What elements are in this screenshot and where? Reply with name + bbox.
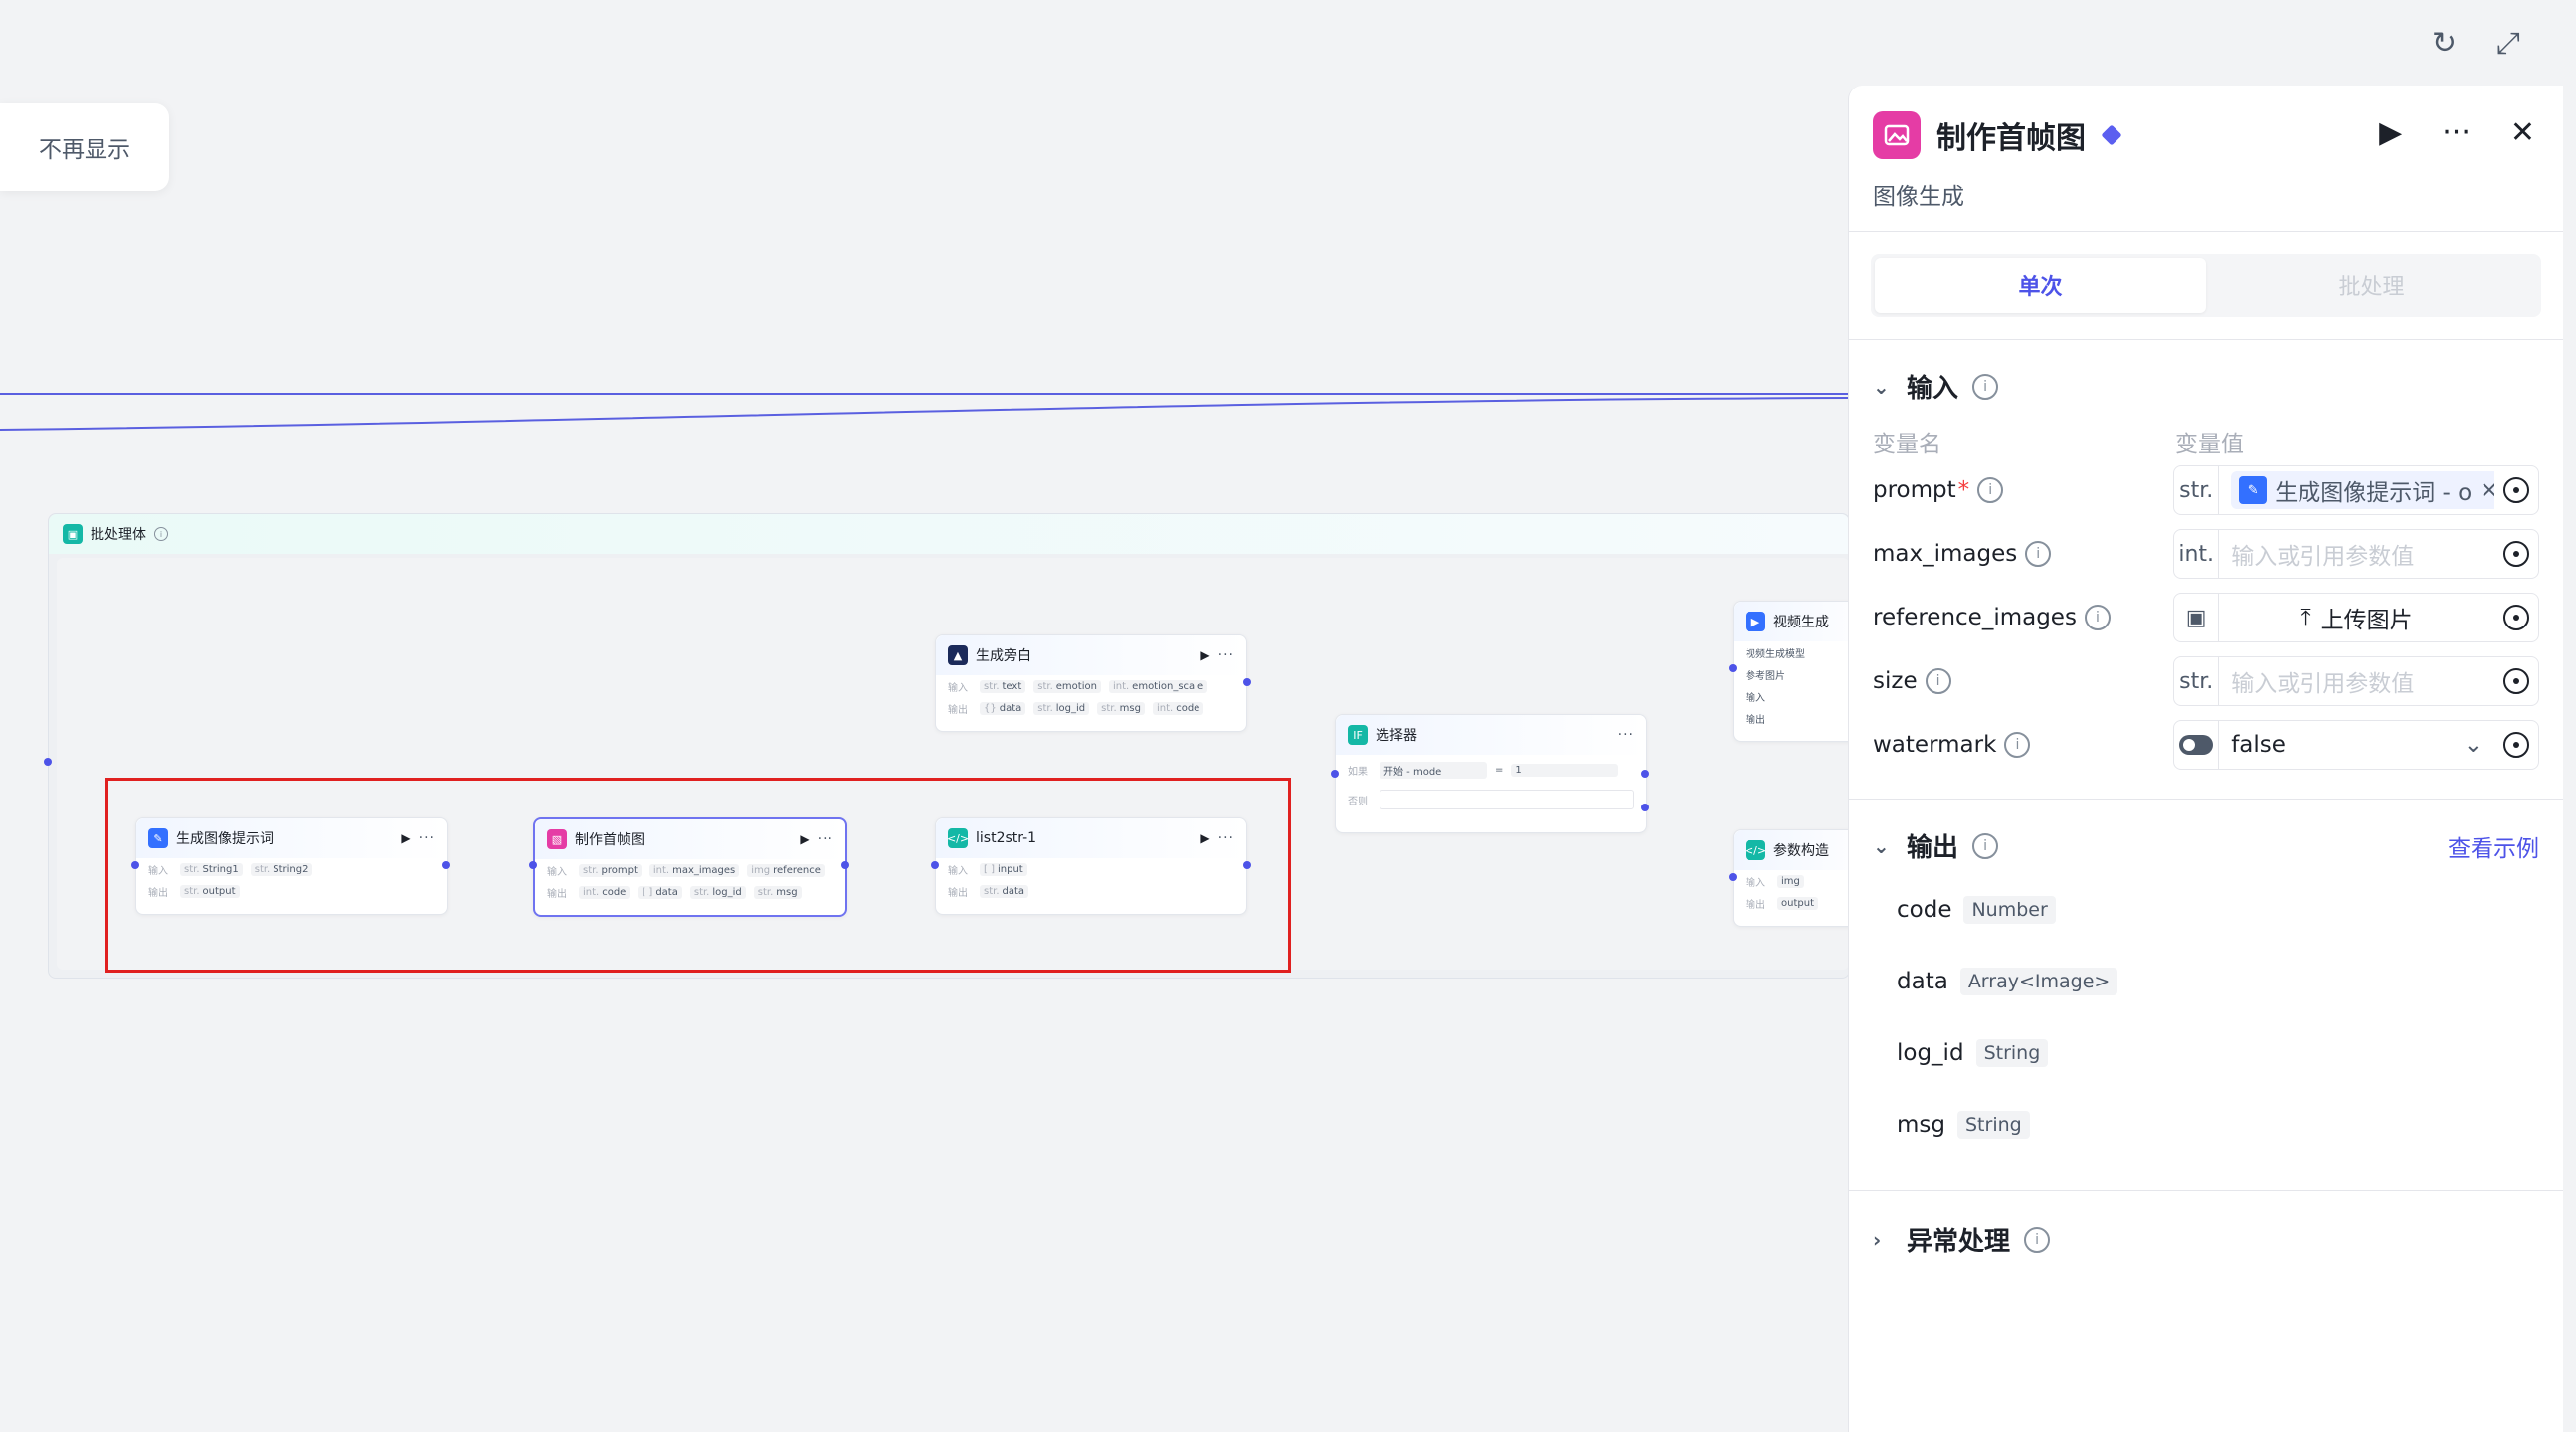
if-icon: IF: [1348, 725, 1368, 745]
variable-ref-icon[interactable]: [2494, 541, 2538, 567]
chevron-right-icon: ›: [1873, 1227, 1882, 1252]
run-icon[interactable]: ▶: [2379, 115, 2402, 150]
expand-icon[interactable]: ⤢: [2496, 26, 2520, 61]
node-selector-if-row: 如果 开始 - mode = 1: [1336, 755, 1646, 785]
audio-icon: ▲: [948, 645, 968, 665]
image-icon: ▣: [2174, 594, 2220, 641]
info-icon[interactable]: i: [2004, 732, 2031, 758]
close-icon[interactable]: ✕: [2510, 115, 2535, 150]
run-icon[interactable]: ▶: [1200, 648, 1209, 662]
mode-tabs: 单次 批处理: [1849, 232, 2563, 340]
input-row-max-images: max_images i int. 输入或引用参数值: [1849, 522, 2563, 586]
info-icon[interactable]: i: [2025, 541, 2052, 567]
variable-ref-icon[interactable]: [2494, 732, 2538, 758]
batch-icon: ▣: [63, 524, 83, 544]
info-icon[interactable]: i: [2024, 1226, 2051, 1253]
more-icon[interactable]: ···: [1218, 647, 1234, 663]
input-section: ⌄ 输入 i 变量名 变量值 prompt * i str. ✎ 生成图像提示词 - …: [1849, 340, 2563, 777]
info-icon[interactable]: i: [154, 527, 168, 541]
node-config-panel: 制作首帧图 ▶ ··· ✕ 图像生成 单次 批处理 ⌄ 输入 i 变量名 变量值…: [1848, 86, 2563, 1432]
highlight-box: [105, 778, 1291, 973]
more-icon[interactable]: ···: [2442, 115, 2471, 150]
error-section: › 异常处理 i: [1849, 1191, 2563, 1258]
node-narration-inputs: 输入 str. text str. emotion int. emotion_scal…: [936, 675, 1246, 697]
node-narration-outputs: 输出 {} data str. log_id str. msg int. code: [936, 697, 1246, 719]
variable-ref-icon[interactable]: [2494, 605, 2538, 630]
view-example-link[interactable]: 查看示例: [2448, 829, 2539, 863]
dismiss-notice-label: 不再显示: [39, 137, 130, 163]
variable-ref-icon[interactable]: [2494, 668, 2538, 694]
panel-subtitle: 图像生成: [1873, 184, 1964, 210]
refresh-icon[interactable]: ↻: [2432, 26, 2457, 61]
chevron-down-icon: ⌄: [1873, 374, 1890, 399]
input-row-watermark: watermark i false ⌄: [1849, 713, 2563, 777]
node-narration-title: 生成旁白: [976, 648, 1031, 664]
info-icon[interactable]: i: [1977, 477, 2004, 503]
prompt-field[interactable]: str. ✎生成图像提示词 - o×: [2173, 465, 2539, 515]
upload-icon: ⤒: [2300, 605, 2311, 630]
size-field[interactable]: str. 输入或引用参数值: [2173, 656, 2539, 706]
port[interactable]: [44, 758, 52, 766]
text-gen-icon: ✎: [2239, 476, 2268, 504]
node-selector-title: 选择器: [1376, 728, 1417, 744]
output-row: data Array<Image>: [1849, 946, 2563, 1017]
input-columns: 变量名 变量值: [1873, 432, 2244, 457]
output-section: ⌄ 输出 i 查看示例 code Number data Array<Image> …: [1849, 800, 2563, 1161]
output-section-header[interactable]: ⌄ 输出 i 查看示例: [1849, 827, 2563, 864]
tab-batch[interactable]: 批处理: [2206, 258, 2537, 313]
max-images-field[interactable]: int. 输入或引用参数值: [2173, 529, 2539, 579]
workflow-canvas[interactable]: 不再显示 ▣ 批处理体 i ▲ 生成旁白 ▶ ··· 输入 str. text s…: [0, 0, 1884, 1432]
output-row: code Number: [1849, 874, 2563, 946]
port[interactable]: [1641, 770, 1649, 778]
close-icon[interactable]: ×: [2480, 477, 2494, 503]
node-narration-header: ▲ 生成旁白 ▶ ···: [936, 635, 1246, 675]
panel-title: 制作首帧图: [1936, 121, 2086, 156]
info-icon[interactable]: i: [1972, 832, 1999, 859]
input-section-header[interactable]: ⌄ 输入 i: [1849, 368, 2563, 405]
port[interactable]: [1729, 664, 1737, 672]
port[interactable]: [1729, 873, 1737, 881]
info-icon[interactable]: i: [1925, 668, 1951, 694]
chevron-down-icon: ⌄: [2463, 732, 2483, 758]
output-row: msg String: [1849, 1089, 2563, 1161]
image-gen-icon: [1873, 111, 1921, 159]
dismiss-notice-button[interactable]: 不再显示: [0, 103, 169, 191]
watermark-select[interactable]: false ⌄: [2173, 720, 2539, 770]
input-row-reference-images: reference_images i ▣ ⤒ 上传图片: [1849, 586, 2563, 649]
input-row-size: size i str. 输入或引用参数值: [1849, 649, 2563, 713]
port[interactable]: [1243, 678, 1251, 686]
canvas-toolbar: ↻ ⤢: [2432, 26, 2520, 61]
info-icon[interactable]: i: [1972, 373, 1999, 400]
panel-header: 制作首帧图 ▶ ··· ✕ 图像生成: [1849, 86, 2563, 232]
toggle-icon: [2174, 721, 2220, 769]
port[interactable]: [1641, 804, 1649, 811]
upload-image-button[interactable]: ⤒ 上传图片: [2219, 601, 2494, 634]
node-narration[interactable]: ▲ 生成旁白 ▶ ··· 输入 str. text str. emotion int…: [935, 634, 1247, 732]
code-icon: </>: [1745, 840, 1766, 860]
batch-title: 批处理体: [91, 527, 146, 543]
node-selector-header: IF 选择器 ···: [1336, 715, 1646, 755]
premium-icon: [2101, 124, 2122, 146]
tab-single[interactable]: 单次: [1875, 258, 2206, 313]
panel-actions: ▶ ··· ✕: [2379, 115, 2535, 150]
info-icon[interactable]: i: [2084, 605, 2111, 630]
node-selector-else-row: 否则: [1336, 785, 1646, 814]
reference-images-field: ▣ ⤒ 上传图片: [2173, 593, 2539, 642]
chevron-down-icon: ⌄: [1873, 833, 1890, 858]
input-row-prompt: prompt*i str. ✎生成图像提示词 - o×: [1849, 458, 2563, 522]
node-selector[interactable]: IF 选择器 ··· 如果 开始 - mode = 1 否则: [1335, 714, 1647, 833]
wire-top-2: [0, 397, 1848, 431]
batch-header: ▣ 批处理体 i: [49, 514, 1849, 554]
output-row: log_id String: [1849, 1017, 2563, 1089]
reference-chip[interactable]: ✎生成图像提示词 - o×: [2231, 471, 2494, 509]
port[interactable]: [1331, 770, 1339, 778]
video-icon: ▶: [1746, 612, 1765, 631]
variable-ref-icon[interactable]: [2494, 477, 2538, 503]
error-section-header[interactable]: › 异常处理 i: [1849, 1221, 2563, 1258]
more-icon[interactable]: ···: [1618, 727, 1634, 743]
